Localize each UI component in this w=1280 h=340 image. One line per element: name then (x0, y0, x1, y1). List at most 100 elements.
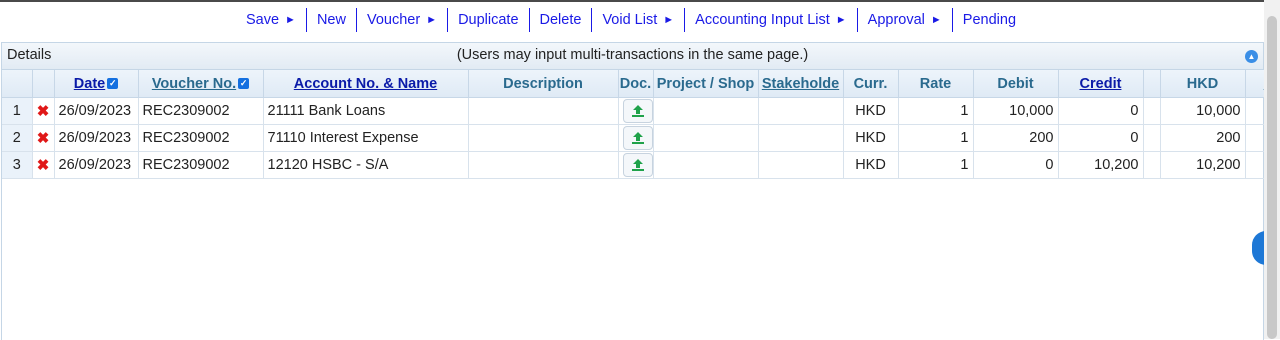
col-blank (1143, 70, 1161, 98)
grid-header-row: Date ✓ Voucher No. ✓ Account No. & Name De… (2, 70, 1280, 98)
arrow-right-icon: ► (835, 14, 847, 26)
duplicate-button[interactable]: Duplicate (447, 8, 528, 32)
void-list-button[interactable]: Void List ► (591, 8, 684, 32)
delete-row-button[interactable]: ✖ (32, 97, 55, 125)
doc-cell (618, 151, 654, 179)
upload-icon[interactable] (622, 153, 652, 177)
col-debit: Debit (973, 70, 1059, 98)
arrow-right-icon: ► (285, 14, 296, 26)
panel-note: (Users may input multi-transactions in t… (456, 47, 809, 63)
col-credit[interactable]: Credit (1058, 70, 1144, 98)
currency-cell[interactable]: HKD (843, 151, 899, 179)
project-shop-cell[interactable] (653, 124, 759, 152)
upload-icon[interactable] (622, 126, 652, 150)
rate-cell[interactable]: 1 (898, 97, 974, 125)
hkd-cell: 200 (1160, 124, 1246, 152)
description-cell[interactable] (468, 97, 619, 125)
action-toolbar: Save ► New Voucher ► Duplicate Delete Void… (0, 6, 1262, 34)
collapse-icon[interactable]: ▲ (1245, 50, 1258, 63)
arrow-right-icon: ► (663, 14, 675, 26)
account-cell[interactable]: 12120 HSBC - S/A (263, 151, 469, 179)
col-currency: Curr. (843, 70, 899, 98)
new-button[interactable]: New (305, 8, 356, 32)
close-icon[interactable]: ✖ (37, 130, 50, 147)
details-panel-header: Details (Users may input multi-transacti… (2, 43, 1263, 70)
date-cell[interactable]: 26/09/2023 (54, 151, 139, 179)
table-row: 1 ✖ 26/09/2023 REC2309002 21111 Bank Loa… (2, 97, 1280, 125)
save-button[interactable]: Save ► (236, 8, 306, 32)
description-cell[interactable] (468, 124, 619, 152)
arrow-right-icon: ► (930, 14, 942, 26)
col-date[interactable]: Date ✓ (54, 70, 139, 98)
delete-row-button[interactable]: ✖ (32, 151, 55, 179)
credit-sort-link[interactable]: Credit (1080, 76, 1122, 92)
col-description: Description (468, 70, 619, 98)
checkbox-icon[interactable]: ✓ (107, 78, 119, 90)
details-panel: Details (Users may input multi-transacti… (1, 42, 1280, 340)
accounting-input-list-button[interactable]: Accounting Input List ► (684, 8, 857, 32)
date-cell[interactable]: 26/09/2023 (54, 97, 139, 125)
col-project-shop: Project / Shop (653, 70, 759, 98)
upload-icon[interactable] (622, 99, 652, 123)
currency-cell[interactable]: HKD (843, 124, 899, 152)
table-row: 3 ✖ 26/09/2023 REC2309002 12120 HSBC - S… (2, 151, 1280, 179)
credit-cell[interactable]: 0 (1058, 124, 1144, 152)
project-shop-cell[interactable] (653, 97, 759, 125)
blank-cell (1143, 151, 1161, 179)
col-stakeholder[interactable]: Stakeholde (758, 70, 844, 98)
window-top-border (0, 0, 1280, 2)
rate-cell[interactable]: 1 (898, 151, 974, 179)
debit-cell[interactable]: 10,000 (973, 97, 1059, 125)
project-shop-cell[interactable] (653, 151, 759, 179)
voucher-no-sort-link[interactable]: Voucher No. (152, 76, 236, 92)
col-row-number (2, 70, 33, 98)
col-account[interactable]: Account No. & Name (263, 70, 469, 98)
vertical-scrollbar[interactable] (1264, 0, 1280, 339)
delete-button[interactable]: Delete (528, 8, 592, 32)
row-number: 3 (2, 151, 33, 179)
debit-cell[interactable]: 0 (973, 151, 1059, 179)
blank-cell (1143, 97, 1161, 125)
details-grid: Date ✓ Voucher No. ✓ Account No. & Name De… (2, 70, 1280, 179)
account-cell[interactable]: 71110 Interest Expense (263, 124, 469, 152)
date-cell[interactable]: 26/09/2023 (54, 124, 139, 152)
currency-cell[interactable]: HKD (843, 97, 899, 125)
description-cell[interactable] (468, 151, 619, 179)
stakeholder-cell[interactable] (758, 97, 844, 125)
voucher-no-cell[interactable]: REC2309002 (138, 151, 264, 179)
col-delete (32, 70, 55, 98)
col-voucher-no[interactable]: Voucher No. ✓ (138, 70, 264, 98)
doc-cell (618, 124, 654, 152)
hkd-cell: 10,200 (1160, 151, 1246, 179)
date-sort-link[interactable]: Date (74, 76, 105, 92)
stakeholder-cell[interactable] (758, 151, 844, 179)
voucher-button[interactable]: Voucher ► (355, 8, 447, 32)
table-row: 2 ✖ 26/09/2023 REC2309002 71110 Interest… (2, 124, 1280, 152)
account-cell[interactable]: 21111 Bank Loans (263, 97, 469, 125)
close-icon[interactable]: ✖ (37, 103, 50, 120)
pending-button[interactable]: Pending (951, 8, 1026, 32)
approval-button[interactable]: Approval ► (856, 8, 952, 32)
row-number: 2 (2, 124, 33, 152)
scrollbar-thumb[interactable] (1267, 16, 1277, 339)
account-sort-link[interactable]: Account No. & Name (294, 76, 437, 92)
voucher-no-cell[interactable]: REC2309002 (138, 124, 264, 152)
arrow-right-icon: ► (426, 14, 438, 26)
hkd-cell: 10,000 (1160, 97, 1246, 125)
debit-cell[interactable]: 200 (973, 124, 1059, 152)
col-rate: Rate (898, 70, 974, 98)
col-hkd: HKD (1160, 70, 1246, 98)
col-doc: Doc. (618, 70, 654, 98)
doc-cell (618, 97, 654, 125)
stakeholder-sort-link[interactable]: Stakeholde (762, 76, 839, 92)
checkbox-icon[interactable]: ✓ (238, 78, 250, 90)
row-number: 1 (2, 97, 33, 125)
voucher-no-cell[interactable]: REC2309002 (138, 97, 264, 125)
stakeholder-cell[interactable] (758, 124, 844, 152)
close-icon[interactable]: ✖ (37, 157, 50, 174)
credit-cell[interactable]: 10,200 (1058, 151, 1144, 179)
blank-cell (1143, 124, 1161, 152)
rate-cell[interactable]: 1 (898, 124, 974, 152)
credit-cell[interactable]: 0 (1058, 97, 1144, 125)
delete-row-button[interactable]: ✖ (32, 124, 55, 152)
